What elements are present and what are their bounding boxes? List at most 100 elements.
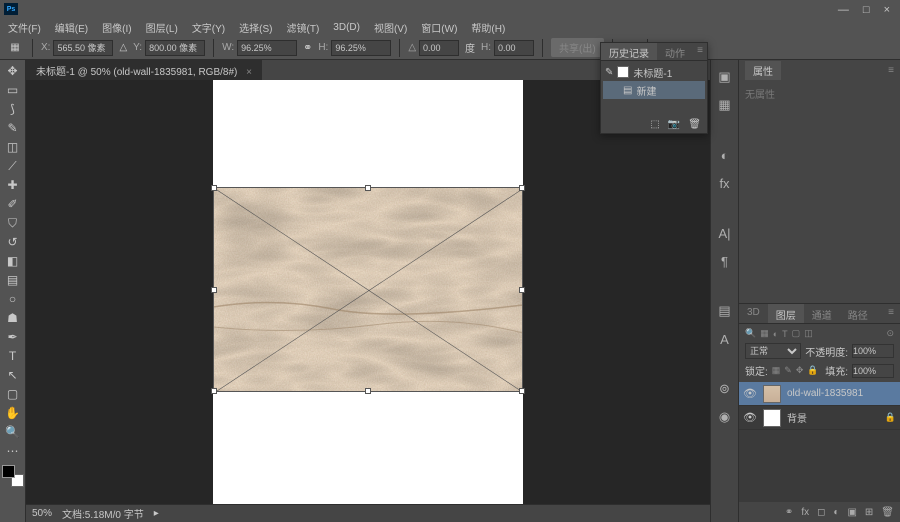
menu-help[interactable]: 帮助(H): [465, 18, 511, 37]
lasso-tool-icon[interactable]: ⟆: [3, 100, 23, 118]
brushes-panel-icon[interactable]: ▤: [716, 302, 734, 320]
menu-file[interactable]: 文件(F): [2, 18, 47, 37]
delete-layer-icon[interactable]: 🗑: [881, 507, 894, 518]
history-panel[interactable]: 历史记录 动作 ≡ ✎ 未标题-1 ▤ 新建 ⬚ 📷 🗑: [600, 42, 708, 134]
maximize-button[interactable]: □: [863, 4, 870, 16]
filter-adjust-icon[interactable]: ◐: [773, 329, 778, 339]
properties-tab[interactable]: 属性: [745, 61, 781, 80]
close-tab-icon[interactable]: ×: [246, 67, 252, 78]
x-input[interactable]: [53, 40, 113, 56]
actions-tab[interactable]: 动作: [657, 43, 693, 60]
color-swatches[interactable]: [2, 465, 24, 487]
doc-info-chevron-icon[interactable]: ▸: [154, 508, 159, 519]
foreground-color-swatch[interactable]: [2, 465, 15, 478]
layer-name[interactable]: 背景: [787, 410, 807, 425]
doc-info[interactable]: 文档:5.18M/0 字节: [62, 506, 144, 521]
adjustment-layer-icon[interactable]: ◐: [833, 507, 839, 518]
minimize-button[interactable]: —: [838, 4, 849, 16]
blur-tool-icon[interactable]: ○: [3, 290, 23, 308]
navigator-panel-icon[interactable]: ◉: [716, 408, 734, 426]
menu-3d[interactable]: 3D(D): [327, 20, 366, 35]
paragraph-panel-icon[interactable]: ¶: [716, 252, 734, 270]
layer-row[interactable]: 👁 背景 🔒: [739, 406, 900, 430]
delete-state-icon[interactable]: 🗑: [688, 119, 701, 130]
menu-image[interactable]: 图像(I): [96, 18, 137, 37]
link-layers-icon[interactable]: ⚭: [785, 507, 793, 518]
filter-shape-icon[interactable]: ▢: [792, 328, 801, 339]
document-tab[interactable]: 未标题-1 @ 50% (old-wall-1835981, RGB/8#) ×: [26, 59, 262, 81]
path-select-tool-icon[interactable]: ↖: [3, 366, 23, 384]
type-tool-icon[interactable]: T: [3, 347, 23, 365]
w-input[interactable]: [237, 40, 297, 56]
close-button[interactable]: ×: [884, 4, 890, 16]
share-button[interactable]: 共享(出): [551, 38, 604, 57]
tab-paths[interactable]: 路径: [840, 304, 876, 323]
lock-all-icon[interactable]: 🔒: [807, 365, 818, 376]
filter-type-t-icon[interactable]: T: [782, 329, 788, 339]
eyedropper-tool-icon[interactable]: ⟋: [3, 157, 23, 175]
zoom-level[interactable]: 50%: [32, 508, 52, 519]
layer-name[interactable]: old-wall-1835981: [787, 388, 863, 399]
healing-tool-icon[interactable]: ✚: [3, 176, 23, 194]
lock-position-icon[interactable]: ✥: [796, 365, 804, 376]
gradient-tool-icon[interactable]: ▤: [3, 271, 23, 289]
layer-thumbnail[interactable]: [763, 409, 781, 427]
menu-view[interactable]: 视图(V): [368, 18, 413, 37]
filter-smart-icon[interactable]: ◫: [804, 328, 813, 339]
stamp-tool-icon[interactable]: ⛉: [3, 214, 23, 232]
skew-input[interactable]: [494, 40, 534, 56]
transform-tool-icon[interactable]: ▦: [6, 39, 24, 57]
history-step[interactable]: ▤ 新建: [603, 81, 705, 99]
eraser-tool-icon[interactable]: ◧: [3, 252, 23, 270]
menu-window[interactable]: 窗口(W): [415, 18, 463, 37]
h-input[interactable]: [331, 40, 391, 56]
group-icon[interactable]: ▣: [847, 507, 856, 518]
link-xy-icon[interactable]: △: [119, 42, 127, 53]
tab-3d[interactable]: 3D: [739, 304, 768, 323]
visibility-toggle-icon[interactable]: 👁: [743, 411, 757, 424]
layer-row[interactable]: 👁 old-wall-1835981: [739, 382, 900, 406]
hand-tool-icon[interactable]: ✋: [3, 404, 23, 422]
blend-mode-select[interactable]: 正常: [745, 343, 801, 359]
create-snapshot-icon[interactable]: 📷: [668, 119, 680, 130]
history-snapshot[interactable]: ✎ 未标题-1: [603, 63, 705, 81]
character-panel-icon[interactable]: A|: [716, 224, 734, 242]
tab-channels[interactable]: 通道: [804, 304, 840, 323]
filter-type-icon[interactable]: 🔍: [745, 328, 756, 339]
pen-tool-icon[interactable]: ✒: [3, 328, 23, 346]
link-wh-icon[interactable]: ⚭: [303, 41, 312, 54]
brush-tool-icon[interactable]: ✐: [3, 195, 23, 213]
layer-thumbnail[interactable]: [763, 385, 781, 403]
create-document-icon[interactable]: ⬚: [650, 119, 659, 130]
tab-layers[interactable]: 图层: [768, 304, 804, 323]
history-brush-tool-icon[interactable]: ↺: [3, 233, 23, 251]
adjustments-panel-icon[interactable]: ◐: [716, 146, 734, 164]
crop-tool-icon[interactable]: ◫: [3, 138, 23, 156]
move-tool-icon[interactable]: ✥: [3, 62, 23, 80]
swatches-panel-icon[interactable]: ▦: [716, 96, 734, 114]
opacity-input[interactable]: [852, 344, 894, 358]
menu-type[interactable]: 文字(Y): [186, 18, 231, 37]
quick-select-tool-icon[interactable]: ✎: [3, 119, 23, 137]
marquee-tool-icon[interactable]: ▭: [3, 81, 23, 99]
lock-pixels-icon[interactable]: ✎: [784, 365, 792, 376]
layer-mask-icon[interactable]: ◻: [817, 507, 825, 518]
brush-settings-panel-icon[interactable]: A: [716, 330, 734, 348]
edit-toolbar-icon[interactable]: ⋯: [3, 442, 23, 460]
y-input[interactable]: [145, 40, 205, 56]
filter-pixel-icon[interactable]: ▦: [760, 328, 769, 339]
layer-fx-icon[interactable]: fx: [801, 507, 809, 518]
history-tab[interactable]: 历史记录: [601, 43, 657, 60]
shape-tool-icon[interactable]: ▢: [3, 385, 23, 403]
angle-input[interactable]: [419, 40, 459, 56]
dodge-tool-icon[interactable]: ☗: [3, 309, 23, 327]
visibility-toggle-icon[interactable]: 👁: [743, 387, 757, 400]
info-panel-icon[interactable]: ⊚: [716, 380, 734, 398]
menu-edit[interactable]: 编辑(E): [49, 18, 94, 37]
history-menu-icon[interactable]: ≡: [693, 43, 707, 60]
menu-select[interactable]: 选择(S): [233, 18, 278, 37]
new-layer-icon[interactable]: ⊞: [865, 507, 873, 518]
fill-input[interactable]: [852, 364, 894, 378]
document-canvas[interactable]: [213, 80, 523, 504]
menu-filter[interactable]: 滤镜(T): [281, 18, 326, 37]
